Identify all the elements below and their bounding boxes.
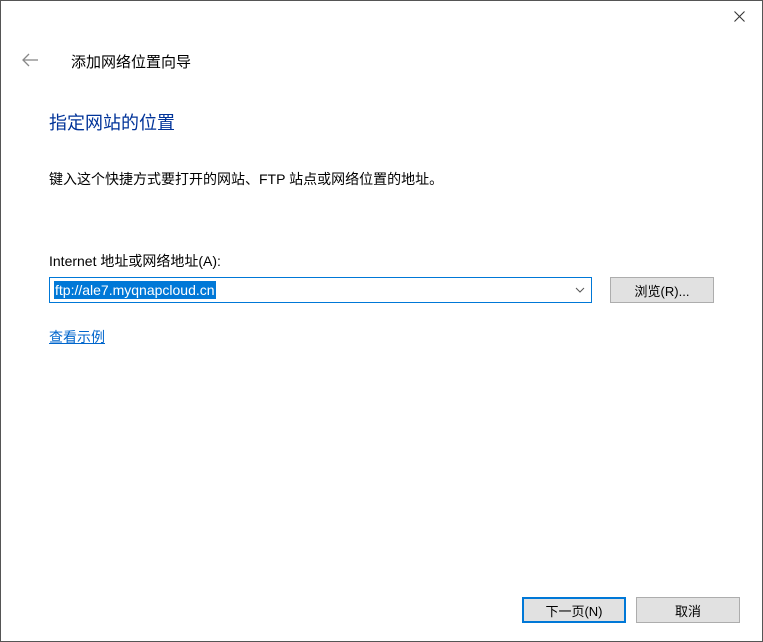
next-button[interactable]: 下一页(N) xyxy=(522,597,626,623)
arrow-left-icon xyxy=(21,53,39,67)
close-icon xyxy=(734,11,745,22)
address-value: ftp://ale7.myqnapcloud.cn xyxy=(54,281,216,299)
wizard-title: 添加网络位置向导 xyxy=(71,51,191,72)
browse-button[interactable]: 浏览(R)... xyxy=(610,277,714,303)
step-heading: 指定网站的位置 xyxy=(49,109,714,135)
instruction-text: 键入这个快捷方式要打开的网站、FTP 站点或网络位置的地址。 xyxy=(49,169,714,189)
example-link[interactable]: 查看示例 xyxy=(49,329,105,345)
close-button[interactable] xyxy=(717,1,762,31)
address-combobox[interactable]: ftp://ale7.myqnapcloud.cn xyxy=(49,277,592,303)
back-button[interactable] xyxy=(21,53,39,70)
address-label: Internet 地址或网络地址(A): xyxy=(49,251,714,271)
chevron-down-icon xyxy=(575,287,585,293)
cancel-button[interactable]: 取消 xyxy=(636,597,740,623)
